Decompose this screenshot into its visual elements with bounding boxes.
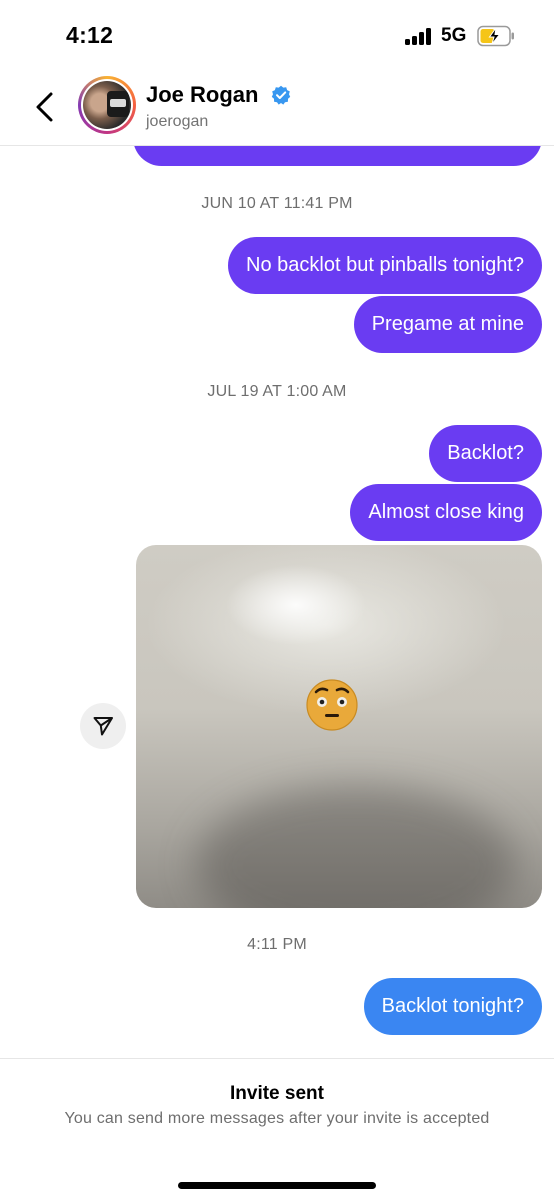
- contact-name[interactable]: Joe Rogan: [146, 82, 258, 108]
- chat-header: Joe Rogan joerogan: [0, 70, 554, 146]
- status-bar: 4:12 5G: [0, 0, 554, 70]
- share-button[interactable]: [80, 703, 126, 749]
- invite-subtitle: You can send more messages after your in…: [64, 1110, 490, 1127]
- timestamp-divider: JUN 10 AT 11:41 PM: [201, 195, 353, 212]
- send-icon: [93, 717, 113, 736]
- verified-badge-icon: [271, 85, 291, 105]
- battery-charging-icon: [477, 25, 514, 47]
- invite-title: Invite sent: [230, 1083, 324, 1104]
- message-bubble[interactable]: Pregame at mine: [353, 296, 542, 353]
- avatar[interactable]: [78, 76, 136, 134]
- network-type: 5G: [441, 25, 467, 46]
- status-time: 4:12: [66, 22, 114, 48]
- contact-handle: joerogan: [146, 113, 209, 130]
- back-chevron-icon[interactable]: [30, 88, 60, 126]
- message-bubble[interactable]: No backlot but pinballs tonight?: [228, 237, 542, 294]
- signal-bars-icon: [405, 28, 435, 45]
- emoji-photo-icon: [306, 679, 358, 731]
- message-bubble-partial[interactable]: [133, 146, 542, 166]
- message-bubble[interactable]: Backlot tonight?: [363, 978, 542, 1035]
- timestamp-divider: 4:11 PM: [247, 936, 307, 953]
- message-bubble[interactable]: Almost close king: [350, 484, 542, 541]
- home-indicator[interactable]: [178, 1182, 376, 1189]
- invite-footer: Invite sent You can send more messages a…: [0, 1058, 554, 1200]
- message-bubble[interactable]: Backlot?: [429, 425, 542, 482]
- message-thread[interactable]: JUN 10 AT 11:41 PM No backlot but pinbal…: [0, 146, 554, 1058]
- photo-message[interactable]: [136, 545, 542, 908]
- timestamp-divider: JUL 19 AT 1:00 AM: [207, 383, 347, 400]
